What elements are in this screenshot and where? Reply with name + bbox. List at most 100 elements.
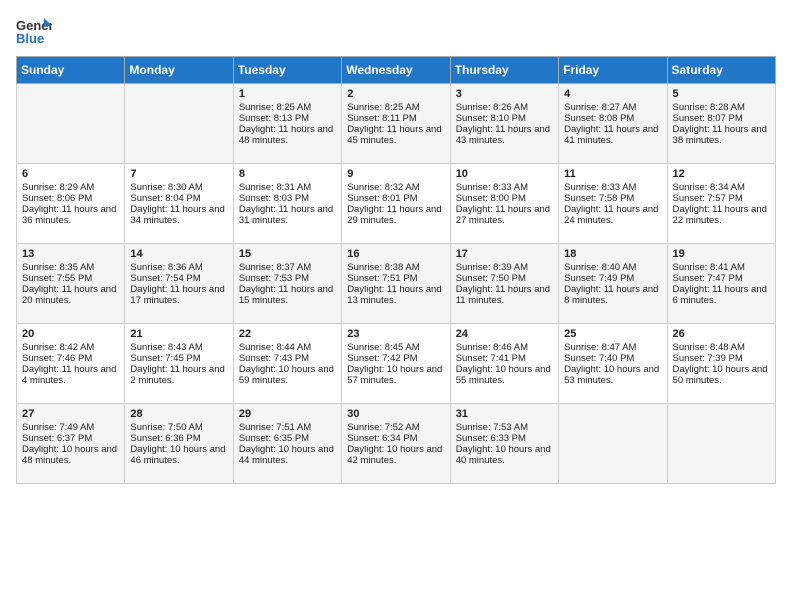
sunrise-text: Sunrise: 8:43 AM — [130, 342, 202, 353]
sunset-text: Sunset: 7:49 PM — [564, 273, 634, 284]
daylight-text: Daylight: 10 hours and 57 minutes. — [347, 364, 442, 386]
calendar-cell: 27Sunrise: 7:49 AMSunset: 6:37 PMDayligh… — [17, 404, 125, 484]
daylight-text: Daylight: 10 hours and 53 minutes. — [564, 364, 659, 386]
day-number: 30 — [347, 408, 444, 420]
sunrise-text: Sunrise: 8:26 AM — [456, 102, 528, 113]
sunset-text: Sunset: 8:00 PM — [456, 193, 526, 204]
day-number: 3 — [456, 88, 553, 100]
daylight-text: Daylight: 11 hours and 27 minutes. — [456, 204, 550, 226]
sunrise-text: Sunrise: 7:52 AM — [347, 422, 419, 433]
calendar-cell: 13 Sunrise: 8:35 AMSunset: 7:55 PMDayligh… — [17, 244, 125, 324]
calendar-cell: 8Sunrise: 8:31 AMSunset: 8:03 PMDaylight… — [233, 164, 341, 244]
day-number: 10 — [456, 168, 553, 180]
day-number: 19 — [673, 248, 770, 260]
sunrise-text: Sunrise: 8:44 AM — [239, 342, 311, 353]
sunrise-text: Sunrise: 8:45 AM — [347, 342, 419, 353]
calendar-cell: 28Sunrise: 7:50 AMSunset: 6:36 PMDayligh… — [125, 404, 233, 484]
sunset-text: Sunset: 7:40 PM — [564, 353, 634, 364]
daylight-text: Daylight: 10 hours and 40 minutes. — [456, 444, 551, 466]
daylight-text: Daylight: 11 hours and 41 minutes. — [564, 124, 658, 146]
day-number: 26 — [673, 328, 770, 340]
daylight-text: Daylight: 10 hours and 50 minutes. — [673, 364, 768, 386]
day-number: 6 — [22, 168, 119, 180]
daylight-text: Daylight: 11 hours and 11 minutes. — [456, 284, 550, 306]
daylight-text: Daylight: 10 hours and 48 minutes. — [22, 444, 117, 466]
sunset-text: Sunset: 7:39 PM — [673, 353, 743, 364]
day-header-saturday: Saturday — [667, 57, 775, 84]
daylight-text: Daylight: 11 hours and 38 minutes. — [673, 124, 767, 146]
calendar-week-2: 6Sunrise: 8:29 AMSunset: 8:06 PMDaylight… — [17, 164, 776, 244]
calendar-body: 1Sunrise: 8:25 AMSunset: 8:13 PMDaylight… — [17, 84, 776, 484]
sunset-text: Sunset: 8:03 PM — [239, 193, 309, 204]
calendar-cell: 11Sunrise: 8:33 AMSunset: 7:58 PMDayligh… — [559, 164, 667, 244]
sunrise-text: Sunrise: 8:34 AM — [673, 182, 745, 193]
calendar-week-4: 20Sunrise: 8:42 AMSunset: 7:46 PMDayligh… — [17, 324, 776, 404]
daylight-text: Daylight: 10 hours and 46 minutes. — [130, 444, 225, 466]
calendar-cell: 15Sunrise: 8:37 AMSunset: 7:53 PMDayligh… — [233, 244, 341, 324]
sunrise-text: Sunrise: 8:46 AM — [456, 342, 528, 353]
sunrise-text: Sunrise: 8:37 AM — [239, 262, 311, 273]
sunrise-text: Sunrise: 8:30 AM — [130, 182, 202, 193]
calendar-table: SundayMondayTuesdayWednesdayThursdayFrid… — [16, 56, 776, 484]
sunrise-text: Sunrise: 8:40 AM — [564, 262, 636, 273]
sunset-text: Sunset: 8:06 PM — [22, 193, 92, 204]
calendar-cell: 3Sunrise: 8:26 AMSunset: 8:10 PMDaylight… — [450, 84, 558, 164]
sunset-text: Sunset: 7:51 PM — [347, 273, 417, 284]
daylight-text: Daylight: 11 hours and 20 minutes. — [22, 284, 116, 306]
day-number: 22 — [239, 328, 336, 340]
day-number: 1 — [239, 88, 336, 100]
sunset-text: Sunset: 8:01 PM — [347, 193, 417, 204]
daylight-text: Daylight: 11 hours and 45 minutes. — [347, 124, 441, 146]
sunset-text: Sunset: 7:46 PM — [22, 353, 92, 364]
sunrise-text: Sunrise: 8:38 AM — [347, 262, 419, 273]
daylight-text: Daylight: 11 hours and 43 minutes. — [456, 124, 550, 146]
day-number: 9 — [347, 168, 444, 180]
day-number: 7 — [130, 168, 227, 180]
daylight-text: Daylight: 10 hours and 44 minutes. — [239, 444, 334, 466]
calendar-cell: 9Sunrise: 8:32 AMSunset: 8:01 PMDaylight… — [342, 164, 450, 244]
sunrise-text: Sunrise: 8:42 AM — [22, 342, 94, 353]
day-number: 14 — [130, 248, 227, 260]
calendar-cell: 22Sunrise: 8:44 AMSunset: 7:43 PMDayligh… — [233, 324, 341, 404]
calendar-cell: 18 Sunrise: 8:40 AMSunset: 7:49 PMDayligh… — [559, 244, 667, 324]
day-number: 4 — [564, 88, 661, 100]
day-number: 16 — [347, 248, 444, 260]
page-header: General Blue — [16, 16, 776, 46]
sunrise-text: Sunrise: 8:35 AM — [22, 262, 94, 273]
calendar-week-5: 27Sunrise: 7:49 AMSunset: 6:37 PMDayligh… — [17, 404, 776, 484]
sunrise-text: Sunrise: 8:48 AM — [673, 342, 745, 353]
daylight-text: Daylight: 11 hours and 13 minutes. — [347, 284, 441, 306]
sunset-text: Sunset: 7:55 PM — [22, 273, 92, 284]
day-number: 12 — [673, 168, 770, 180]
day-number: 18 — [564, 248, 661, 260]
day-number: 13 — [22, 248, 119, 260]
sunset-text: Sunset: 7:43 PM — [239, 353, 309, 364]
sunset-text: Sunset: 8:11 PM — [347, 113, 417, 124]
daylight-text: Daylight: 11 hours and 4 minutes. — [22, 364, 116, 386]
calendar-cell: 29Sunrise: 7:51 AMSunset: 6:35 PMDayligh… — [233, 404, 341, 484]
sunset-text: Sunset: 8:07 PM — [673, 113, 743, 124]
logo: General Blue — [16, 16, 52, 46]
calendar-cell: 21Sunrise: 8:43 AMSunset: 7:45 PMDayligh… — [125, 324, 233, 404]
daylight-text: Daylight: 10 hours and 55 minutes. — [456, 364, 551, 386]
daylight-text: Daylight: 11 hours and 8 minutes. — [564, 284, 658, 306]
sunset-text: Sunset: 8:08 PM — [564, 113, 634, 124]
calendar-cell — [125, 84, 233, 164]
day-number: 17 — [456, 248, 553, 260]
sunrise-text: Sunrise: 7:50 AM — [130, 422, 202, 433]
day-number: 8 — [239, 168, 336, 180]
calendar-cell: 20Sunrise: 8:42 AMSunset: 7:46 PMDayligh… — [17, 324, 125, 404]
sunrise-text: Sunrise: 8:47 AM — [564, 342, 636, 353]
daylight-text: Daylight: 11 hours and 22 minutes. — [673, 204, 767, 226]
calendar-cell: 31Sunrise: 7:53 AMSunset: 6:33 PMDayligh… — [450, 404, 558, 484]
daylight-text: Daylight: 10 hours and 42 minutes. — [347, 444, 442, 466]
calendar-cell: 25Sunrise: 8:47 AMSunset: 7:40 PMDayligh… — [559, 324, 667, 404]
day-header-monday: Monday — [125, 57, 233, 84]
day-header-wednesday: Wednesday — [342, 57, 450, 84]
calendar-cell: 19Sunrise: 8:41 AMSunset: 7:47 PMDayligh… — [667, 244, 775, 324]
sunrise-text: Sunrise: 7:49 AM — [22, 422, 94, 433]
sunrise-text: Sunrise: 8:31 AM — [239, 182, 311, 193]
calendar-cell: 24Sunrise: 8:46 AMSunset: 7:41 PMDayligh… — [450, 324, 558, 404]
sunrise-text: Sunrise: 8:27 AM — [564, 102, 636, 113]
calendar-cell: 4 Sunrise: 8:27 AMSunset: 8:08 PMDaylight… — [559, 84, 667, 164]
